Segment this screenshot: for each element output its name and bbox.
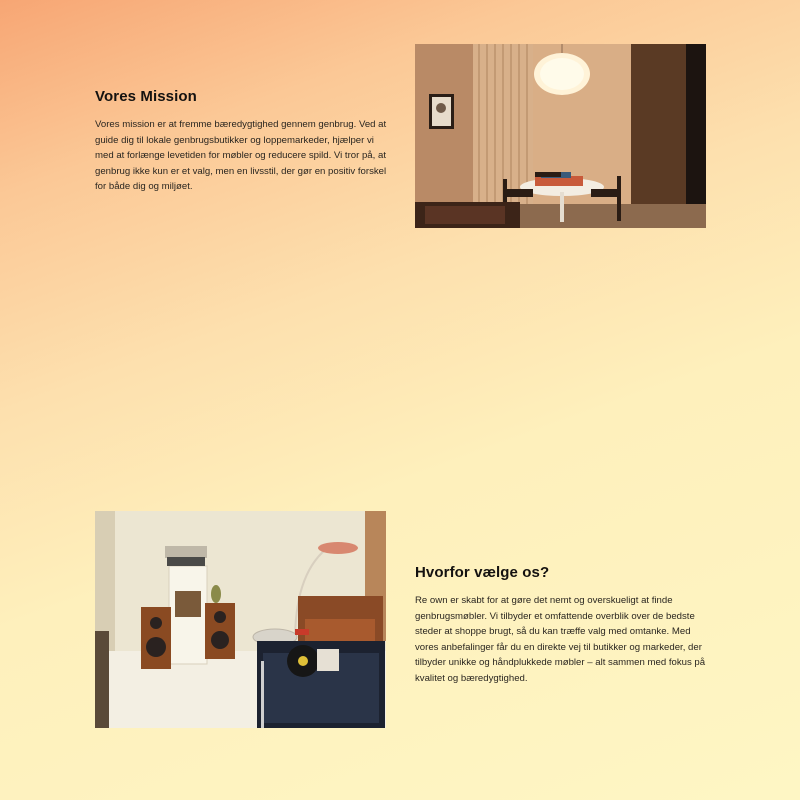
mission-text-block: Vores Mission Vores mission er at fremme… bbox=[95, 88, 387, 195]
mission-body: Vores mission er at fremme bæredygtighed… bbox=[95, 119, 387, 192]
living-room-photo bbox=[95, 511, 386, 728]
mission-heading: Vores Mission bbox=[95, 88, 197, 105]
why-heading: Hvorfor vælge os? bbox=[415, 564, 550, 581]
why-text-block: Hvorfor vælge os? Re own er skabt for at… bbox=[415, 564, 707, 686]
dining-room-photo bbox=[415, 44, 706, 228]
why-body: Re own er skabt for at gøre det nemt og … bbox=[415, 595, 706, 684]
